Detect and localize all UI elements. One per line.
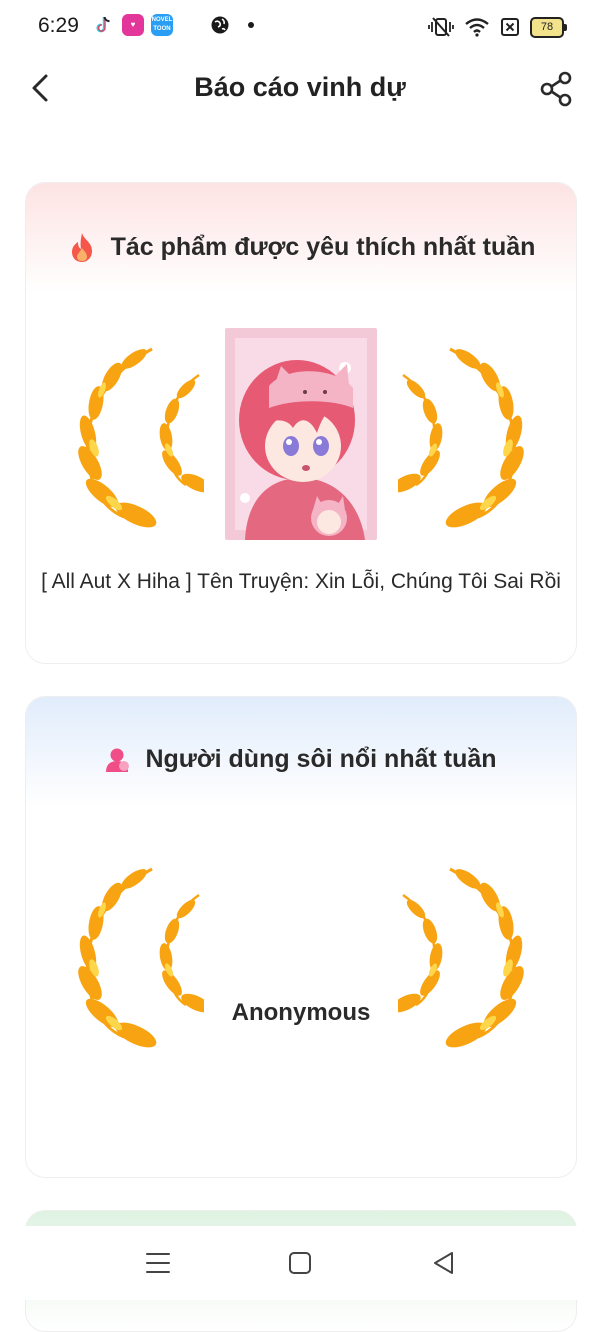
back-triangle-icon[interactable] [430,1250,458,1276]
user-name[interactable]: Anonymous [26,999,576,1027]
header: Báo cáo vinh dự [0,54,600,124]
novel-toon-icon: NOVEL TOON [151,14,173,36]
section-title: Người dùng sôi nổi nhất tuần [145,745,497,773]
section-title: Tác phẩm được yêu thích nhất tuần [110,232,536,261]
laurel-right-icon [398,347,524,528]
laurel-left-icon [78,347,204,528]
card-header: Tác phẩm được yêu thích nhất tuần [26,231,576,263]
app-icon: ♥ [122,14,144,36]
battery-icon: 78 [530,16,567,38]
book-cover-image[interactable] [225,328,377,540]
card-header: Người dùng sôi nổi nhất tuần [26,745,576,774]
share-icon[interactable] [538,70,576,108]
book-title[interactable]: [ All Aut X Hiha ] Tên Truyện: Xin Lỗi, … [41,569,561,595]
sim-off-icon [501,18,519,36]
menu-icon[interactable] [144,1250,172,1276]
status-bar: 6:29 ♥ NOVEL TOON 78 [0,0,600,54]
weekly-active-user-card: Người dùng sôi nổi nhất tuần Anonymous [25,696,577,1178]
globe-icon [211,16,229,34]
tiktok-icon [96,16,110,33]
user-icon [106,748,130,772]
status-right: 78 [428,14,567,40]
system-nav-bar [0,1226,600,1300]
weekly-favorite-work-card: Tác phẩm được yêu thích nhất tuần [All … [25,182,577,664]
home-square-icon[interactable] [286,1250,314,1276]
fire-icon [71,233,92,262]
status-time: 6:29 [38,14,79,37]
wifi-icon [465,18,489,37]
dot-icon [248,22,254,28]
page-title: Báo cáo vinh dự [194,72,406,102]
vibrate-icon [428,17,454,37]
